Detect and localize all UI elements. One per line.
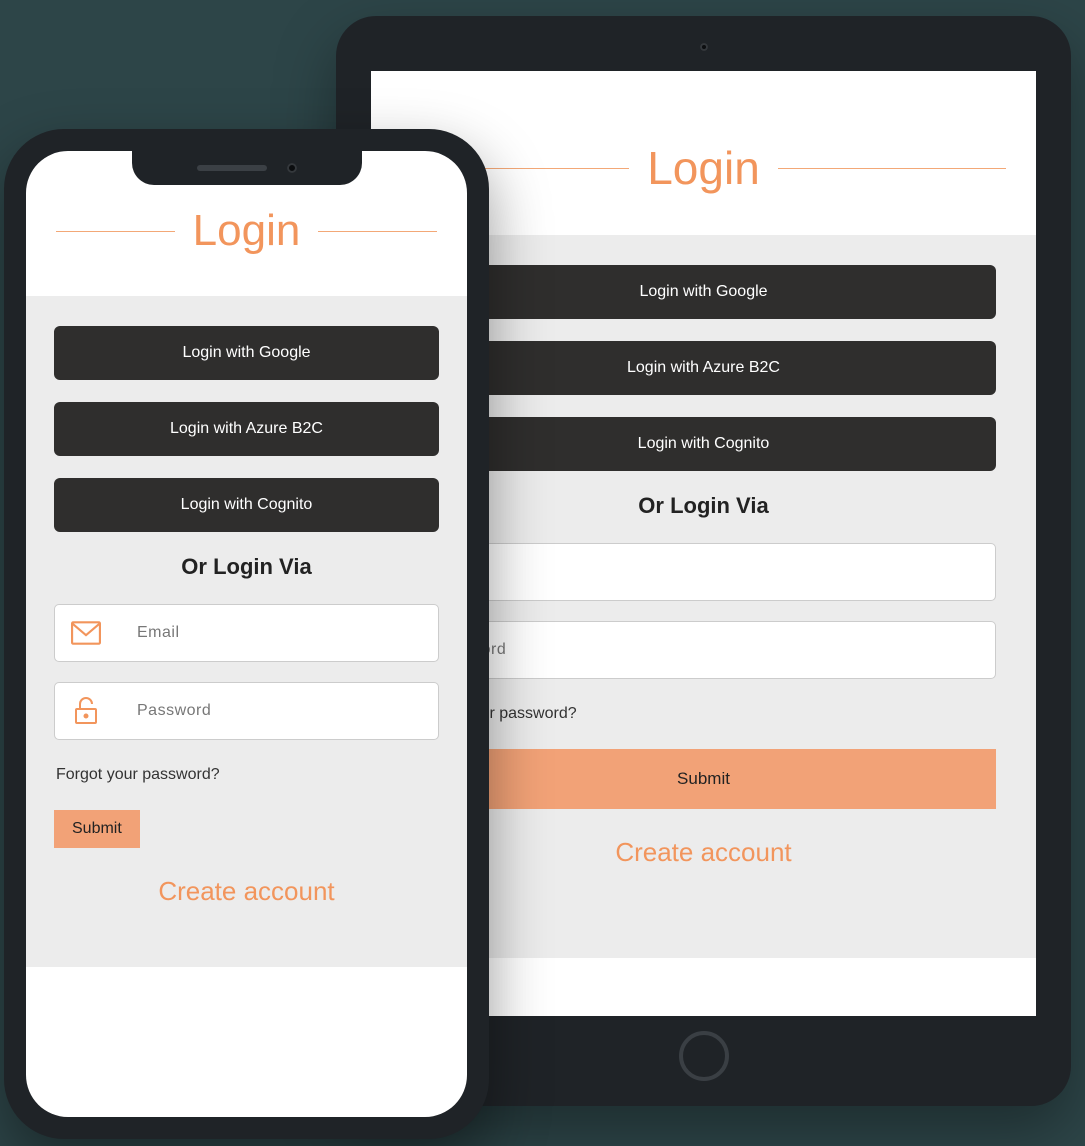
title-divider-right — [778, 168, 1006, 169]
submit-button[interactable]: Submit — [54, 810, 140, 848]
login-card: Login with Google Login with Azure B2C L… — [26, 296, 467, 967]
phone-screen: Login Login with Google Login with Azure… — [26, 151, 467, 1117]
phone-front-camera — [287, 163, 297, 173]
create-account-link[interactable]: Create account — [54, 876, 439, 907]
login-cognito-button[interactable]: Login with Cognito — [411, 417, 996, 471]
submit-button[interactable]: Submit — [411, 749, 996, 809]
page-title: Login — [647, 141, 760, 195]
phone-speaker — [197, 165, 267, 171]
title-divider-left — [56, 231, 175, 232]
or-login-heading: Or Login Via — [411, 493, 996, 519]
create-account-link[interactable]: Create account — [411, 837, 996, 868]
login-page: Login Login with Google Login with Azure… — [26, 151, 467, 967]
page-title: Login — [193, 206, 301, 256]
login-google-button[interactable]: Login with Google — [54, 326, 439, 380]
tablet-home-button[interactable] — [679, 1031, 729, 1081]
or-login-heading: Or Login Via — [54, 554, 439, 580]
password-field-wrap — [54, 682, 439, 740]
phone-notch — [132, 151, 362, 185]
email-field-wrap — [411, 543, 996, 601]
forgot-password-link[interactable]: Forgot your password? — [56, 766, 220, 784]
password-field-wrap — [411, 621, 996, 679]
email-input[interactable] — [117, 624, 438, 642]
password-input[interactable] — [117, 702, 438, 720]
login-azure-button[interactable]: Login with Azure B2C — [411, 341, 996, 395]
lock-icon — [55, 696, 117, 726]
title-divider-right — [318, 231, 437, 232]
phone-device-frame: Login Login with Google Login with Azure… — [4, 129, 489, 1139]
login-cognito-button[interactable]: Login with Cognito — [54, 478, 439, 532]
page-title-row: Login — [26, 206, 467, 256]
password-input[interactable] — [412, 641, 995, 659]
login-google-button[interactable]: Login with Google — [411, 265, 996, 319]
email-field-wrap — [54, 604, 439, 662]
login-azure-button[interactable]: Login with Azure B2C — [54, 402, 439, 456]
mail-icon — [55, 621, 117, 645]
email-input[interactable] — [412, 563, 995, 581]
